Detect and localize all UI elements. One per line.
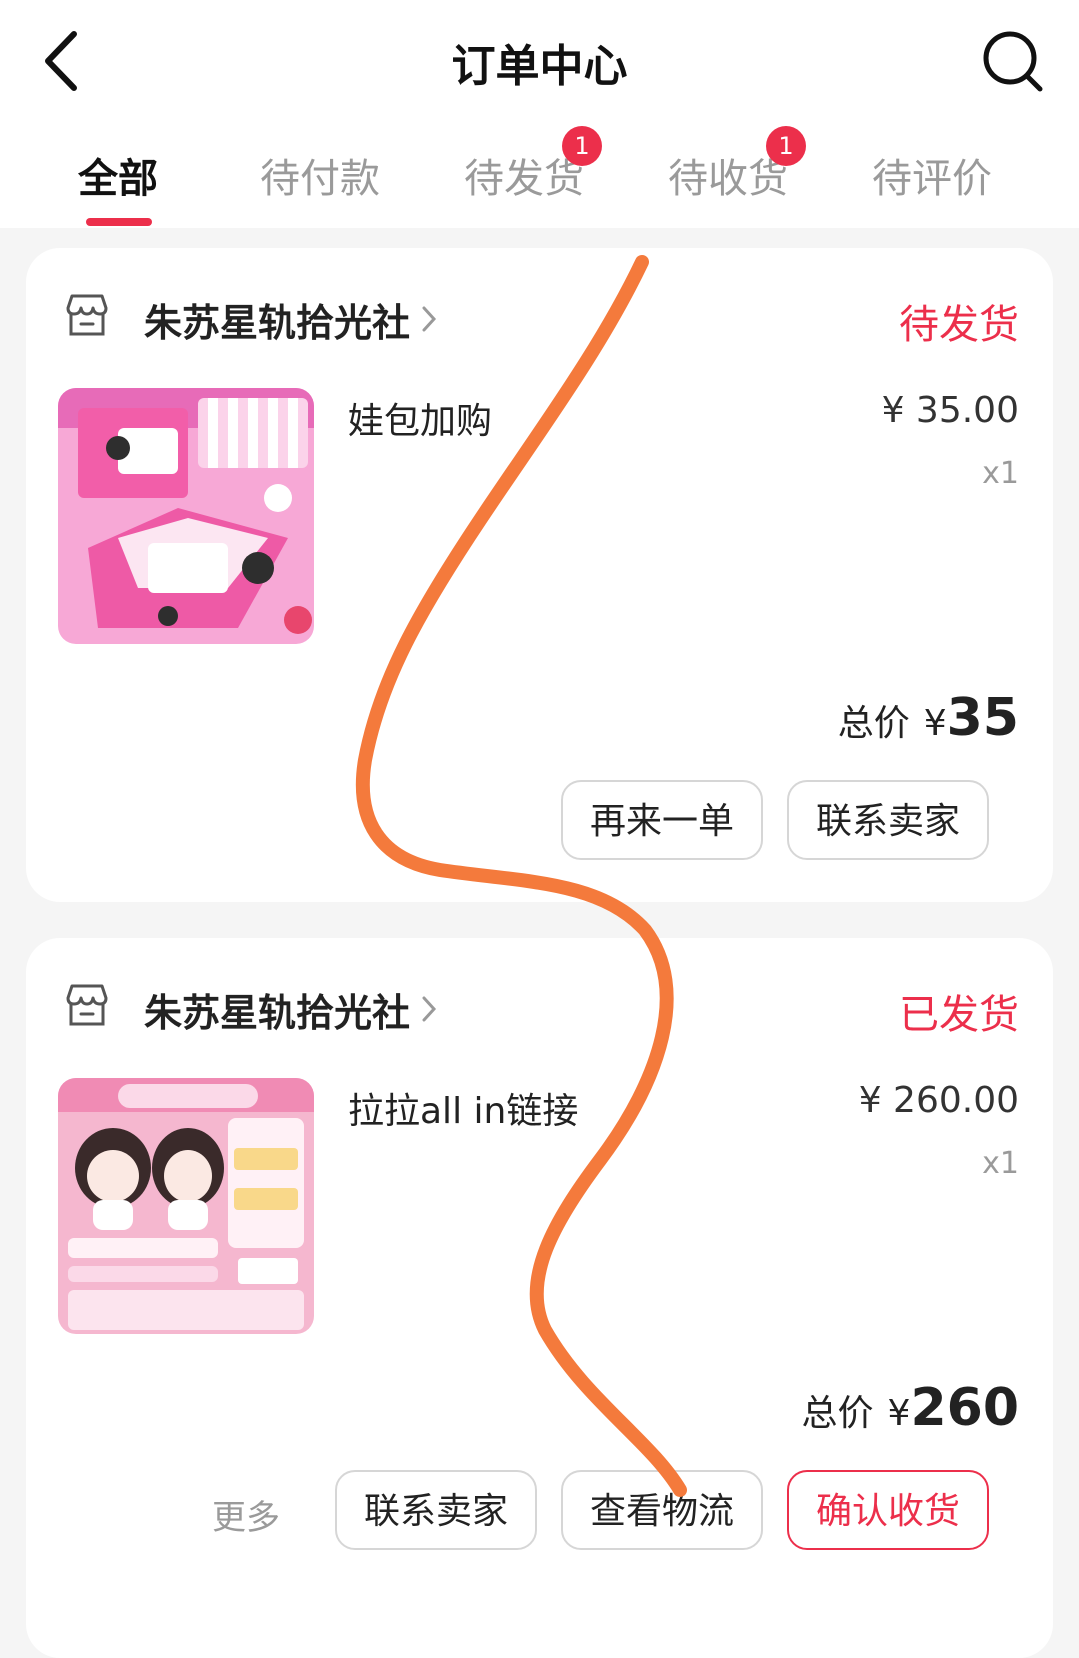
chevron-right-icon[interactable]	[418, 994, 440, 1024]
chevron-right-icon[interactable]	[418, 304, 440, 334]
search-icon[interactable]	[980, 26, 1050, 96]
tab-all[interactable]: 全部	[78, 146, 158, 204]
product-title[interactable]: 拉拉all in链接	[348, 1082, 578, 1134]
tab-badge-pending-shipment: 1	[562, 126, 602, 166]
total-label: 总价	[801, 1393, 874, 1434]
order-total: 总价 ¥260	[802, 1378, 1019, 1438]
contact-seller-button[interactable]: 联系卖家	[335, 1470, 537, 1550]
shop-name[interactable]: 朱苏星轨拾光社	[144, 292, 410, 347]
product-quantity: x1	[982, 1146, 1019, 1181]
product-image[interactable]	[58, 1078, 314, 1334]
shop-name[interactable]: 朱苏星轨拾光社	[144, 982, 410, 1037]
reorder-button[interactable]: 再来一单	[561, 780, 763, 860]
total-label: 总价	[837, 703, 910, 744]
total-amount: 260	[910, 1378, 1019, 1438]
shop-icon	[66, 294, 108, 336]
order-total: 总价 ¥35	[838, 688, 1019, 748]
page-title: 订单中心	[451, 41, 628, 92]
more-link[interactable]: 更多	[212, 1490, 280, 1539]
total-amount: 35	[946, 688, 1019, 748]
product-quantity: x1	[982, 456, 1019, 491]
product-image[interactable]	[58, 388, 314, 644]
product-price: ¥ 35.00	[881, 390, 1019, 431]
top-bar: 订单中心 全部 待付款 待发货 1 待收货 1 待评价	[0, 0, 1079, 228]
order-status: 已发货	[899, 992, 1019, 1038]
total-currency: ¥	[887, 1393, 911, 1434]
view-logistics-button[interactable]: 查看物流	[561, 1470, 763, 1550]
order-card: 朱苏星轨拾光社 待发货 娃包加购 ¥ 35.00 x1 总价 ¥35 再来一单 …	[26, 248, 1053, 902]
confirm-receipt-button[interactable]: 确认收货	[787, 1470, 989, 1550]
shop-icon	[66, 984, 108, 1026]
total-currency: ¥	[923, 703, 947, 744]
product-price: ¥ 260.00	[858, 1080, 1019, 1121]
order-card: 朱苏星轨拾光社 已发货 拉拉all in链接 ¥ 260.00 x1 总价 ¥26…	[26, 938, 1053, 1658]
order-status: 待发货	[899, 302, 1019, 348]
product-title[interactable]: 娃包加购	[348, 392, 492, 444]
tab-pending-review[interactable]: 待评价	[872, 146, 992, 204]
active-tab-indicator	[86, 218, 152, 226]
tab-pending-payment[interactable]: 待付款	[260, 146, 380, 204]
contact-seller-button[interactable]: 联系卖家	[787, 780, 989, 860]
tab-badge-pending-receipt: 1	[766, 126, 806, 166]
